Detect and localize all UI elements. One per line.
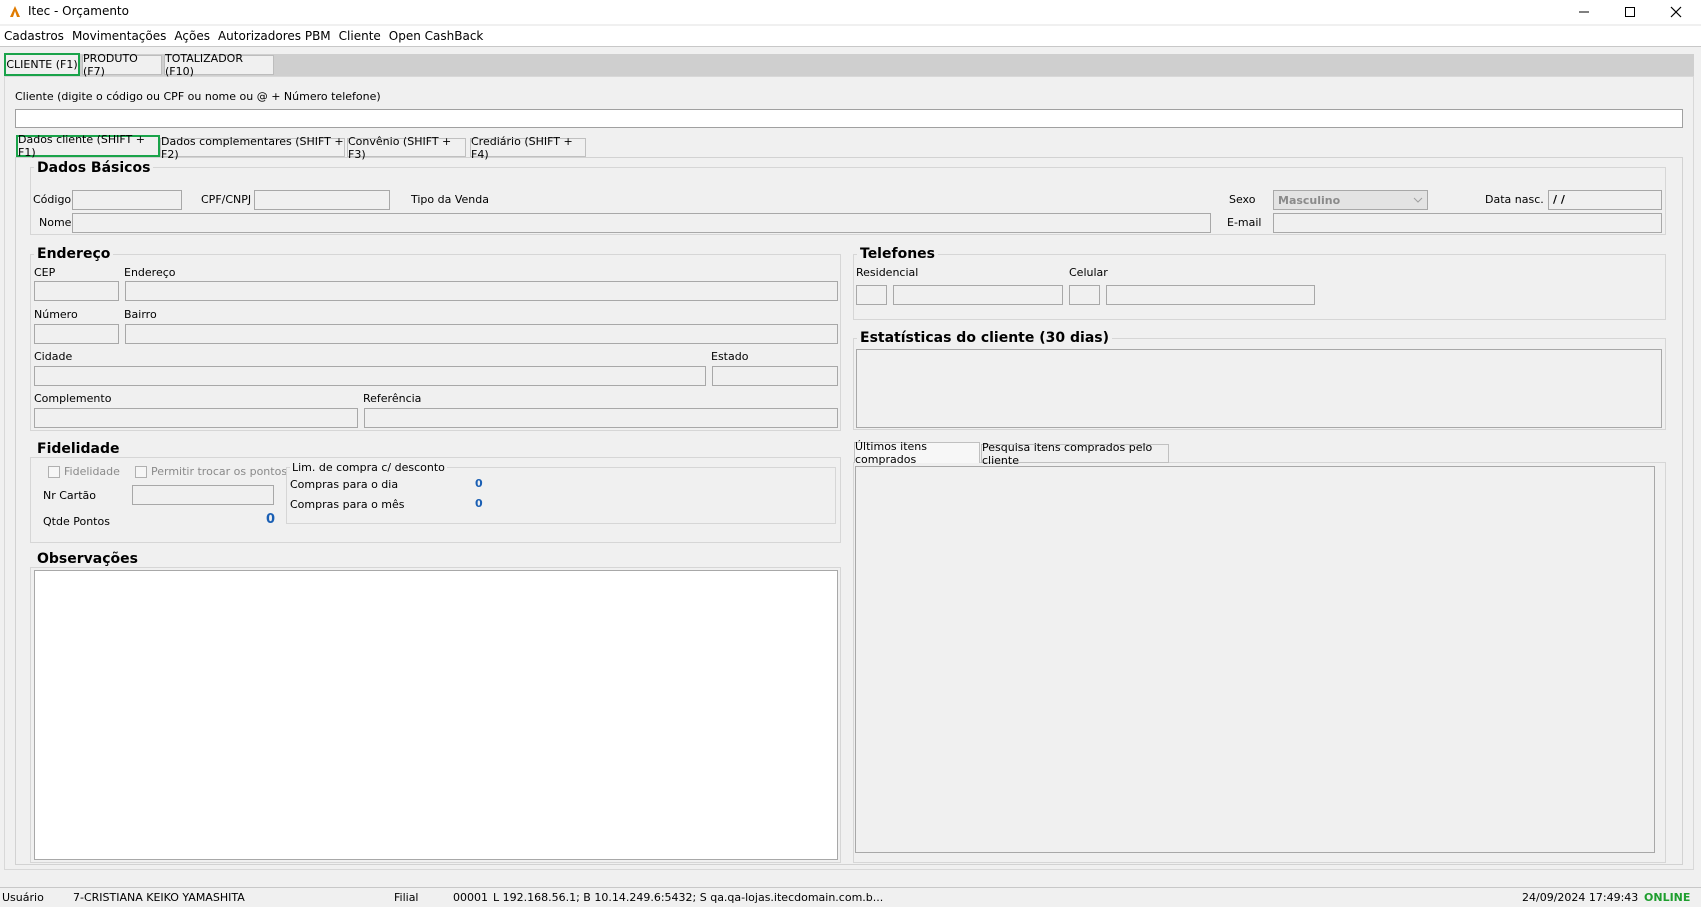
- observacoes-textarea[interactable]: [34, 570, 838, 860]
- compras-dia-label: Compras para o dia: [290, 478, 399, 491]
- maximize-icon: [1625, 7, 1635, 17]
- dados-basicos-title: Dados Básicos: [34, 160, 154, 176]
- window-title: Itec - Orçamento: [28, 4, 129, 18]
- residencial-label: Residencial: [856, 266, 919, 279]
- close-button[interactable]: [1653, 0, 1699, 24]
- nome-label: Nome: [39, 216, 72, 229]
- menu-acoes[interactable]: Ações: [170, 26, 214, 46]
- menu-bar: Cadastros Movimentações Ações Autorizado…: [0, 26, 1701, 46]
- tab-dados-complementares[interactable]: Dados complementares (SHIFT + F2): [160, 135, 345, 161]
- minimize-button[interactable]: [1561, 0, 1607, 24]
- codigo-input[interactable]: [72, 190, 182, 210]
- fidelidade-title: Fidelidade: [34, 441, 123, 457]
- status-connection: L 192.168.56.1; B 10.14.249.6:5432; S qa…: [493, 891, 884, 904]
- menu-cadastros[interactable]: Cadastros: [0, 26, 68, 46]
- cliente-search-input[interactable]: [15, 109, 1683, 128]
- fidelidade-checkbox-label: Fidelidade: [64, 465, 120, 478]
- cep-input[interactable]: [34, 281, 119, 301]
- online-prefix: ON: [1644, 891, 1663, 904]
- status-online-badge: ONLINE: [1644, 891, 1690, 904]
- tab-ultimos-itens[interactable]: Últimos itens comprados: [854, 440, 980, 466]
- lim-compra-title: Lim. de compra c/ desconto: [290, 461, 447, 474]
- compras-mes-label: Compras para o mês: [290, 498, 405, 511]
- title-bar: [0, 0, 1701, 24]
- cliente-search-label: Cliente (digite o código ou CPF ou nome …: [15, 90, 381, 103]
- tipo-venda-label: Tipo da Venda: [411, 193, 489, 206]
- bairro-label: Bairro: [124, 308, 157, 321]
- menu-movimentacoes[interactable]: Movimentações: [68, 26, 170, 46]
- lim-compra-group: [286, 467, 836, 524]
- itec-logo-icon: [8, 4, 22, 18]
- chevron-down-icon: [1413, 197, 1423, 203]
- status-filial-value: 00001: [453, 891, 488, 904]
- menu-open-cashback[interactable]: Open CashBack: [385, 26, 488, 46]
- complemento-label: Complemento: [34, 392, 112, 405]
- endereco-label: Endereço: [124, 266, 176, 279]
- tab-totalizador[interactable]: TOTALIZADOR (F10): [164, 52, 274, 78]
- menu-divider: [0, 46, 1701, 47]
- menu-cliente[interactable]: Cliente: [335, 26, 385, 46]
- celular-label: Celular: [1069, 266, 1108, 279]
- referencia-label: Referência: [363, 392, 422, 405]
- estado-label: Estado: [711, 350, 749, 363]
- tab-produto[interactable]: PRODUTO (F7): [82, 52, 162, 78]
- permitir-trocar-checkbox[interactable]: [135, 466, 147, 478]
- status-usuario-label: Usuário: [2, 891, 44, 904]
- tab-convenio[interactable]: Convênio (SHIFT + F3): [347, 135, 466, 161]
- close-icon: [1670, 6, 1682, 18]
- cep-label: CEP: [34, 266, 56, 279]
- permitir-trocar-label: Permitir trocar os pontos: [151, 465, 288, 478]
- status-datetime: 24/09/2024 17:49:43: [1522, 891, 1639, 904]
- nome-input[interactable]: [72, 213, 1211, 233]
- tab-pesquisa-itens[interactable]: Pesquisa itens comprados pelo cliente: [981, 441, 1169, 467]
- tab-cliente[interactable]: CLIENTE (F1): [4, 53, 80, 76]
- telefones-title: Telefones: [857, 246, 938, 262]
- celular-ddd-input[interactable]: [1069, 285, 1100, 305]
- email-input[interactable]: [1273, 213, 1662, 233]
- data-nasc-label: Data nasc.: [1485, 193, 1544, 206]
- tab-dados-cliente[interactable]: Dados cliente (SHIFT + F1): [16, 133, 160, 159]
- estatisticas-title: Estatísticas do cliente (30 dias): [857, 330, 1112, 346]
- compras-dia-value: 0: [475, 477, 483, 490]
- residencial-ddd-input[interactable]: [856, 285, 887, 305]
- observacoes-title: Observações: [34, 551, 141, 567]
- referencia-input[interactable]: [364, 408, 838, 428]
- minimize-icon: [1579, 11, 1589, 13]
- fidelidade-checkbox[interactable]: [48, 466, 60, 478]
- endereco-input[interactable]: [125, 281, 838, 301]
- sexo-select-value: Masculino: [1278, 193, 1341, 207]
- data-nasc-input[interactable]: / /: [1548, 190, 1662, 210]
- nr-cartao-input[interactable]: [132, 485, 274, 505]
- complemento-input[interactable]: [34, 408, 358, 428]
- qtde-pontos-label: Qtde Pontos: [43, 515, 110, 528]
- online-suffix: LINE: [1662, 891, 1691, 904]
- sexo-label: Sexo: [1229, 193, 1256, 206]
- bairro-input[interactable]: [125, 324, 838, 344]
- codigo-label: Código: [33, 193, 72, 206]
- estado-input[interactable]: [712, 366, 838, 386]
- menu-autorizadores-pbm[interactable]: Autorizadores PBM: [214, 26, 335, 46]
- status-filial-label: Filial: [394, 891, 419, 904]
- residencial-number-input[interactable]: [893, 285, 1063, 305]
- sexo-select[interactable]: Masculino: [1273, 190, 1428, 210]
- itens-comprados-list[interactable]: [855, 466, 1655, 853]
- status-usuario-value: 7-CRISTIANA KEIKO YAMASHITA: [73, 891, 245, 904]
- cidade-label: Cidade: [34, 350, 73, 363]
- nr-cartao-label: Nr Cartão: [43, 489, 96, 502]
- numero-label: Número: [34, 308, 78, 321]
- numero-input[interactable]: [34, 324, 119, 344]
- compras-mes-value: 0: [475, 497, 483, 510]
- qtde-pontos-value: 0: [266, 512, 276, 527]
- estatisticas-box: [856, 349, 1662, 428]
- tab-crediario[interactable]: Crediário (SHIFT + F4): [470, 135, 586, 161]
- endereco-title: Endereço: [34, 246, 114, 262]
- cidade-input[interactable]: [34, 366, 706, 386]
- celular-number-input[interactable]: [1106, 285, 1315, 305]
- cpf-input[interactable]: [254, 190, 390, 210]
- maximize-button[interactable]: [1607, 0, 1653, 24]
- cpf-label: CPF/CNPJ: [201, 193, 252, 206]
- email-label: E-mail: [1227, 216, 1262, 229]
